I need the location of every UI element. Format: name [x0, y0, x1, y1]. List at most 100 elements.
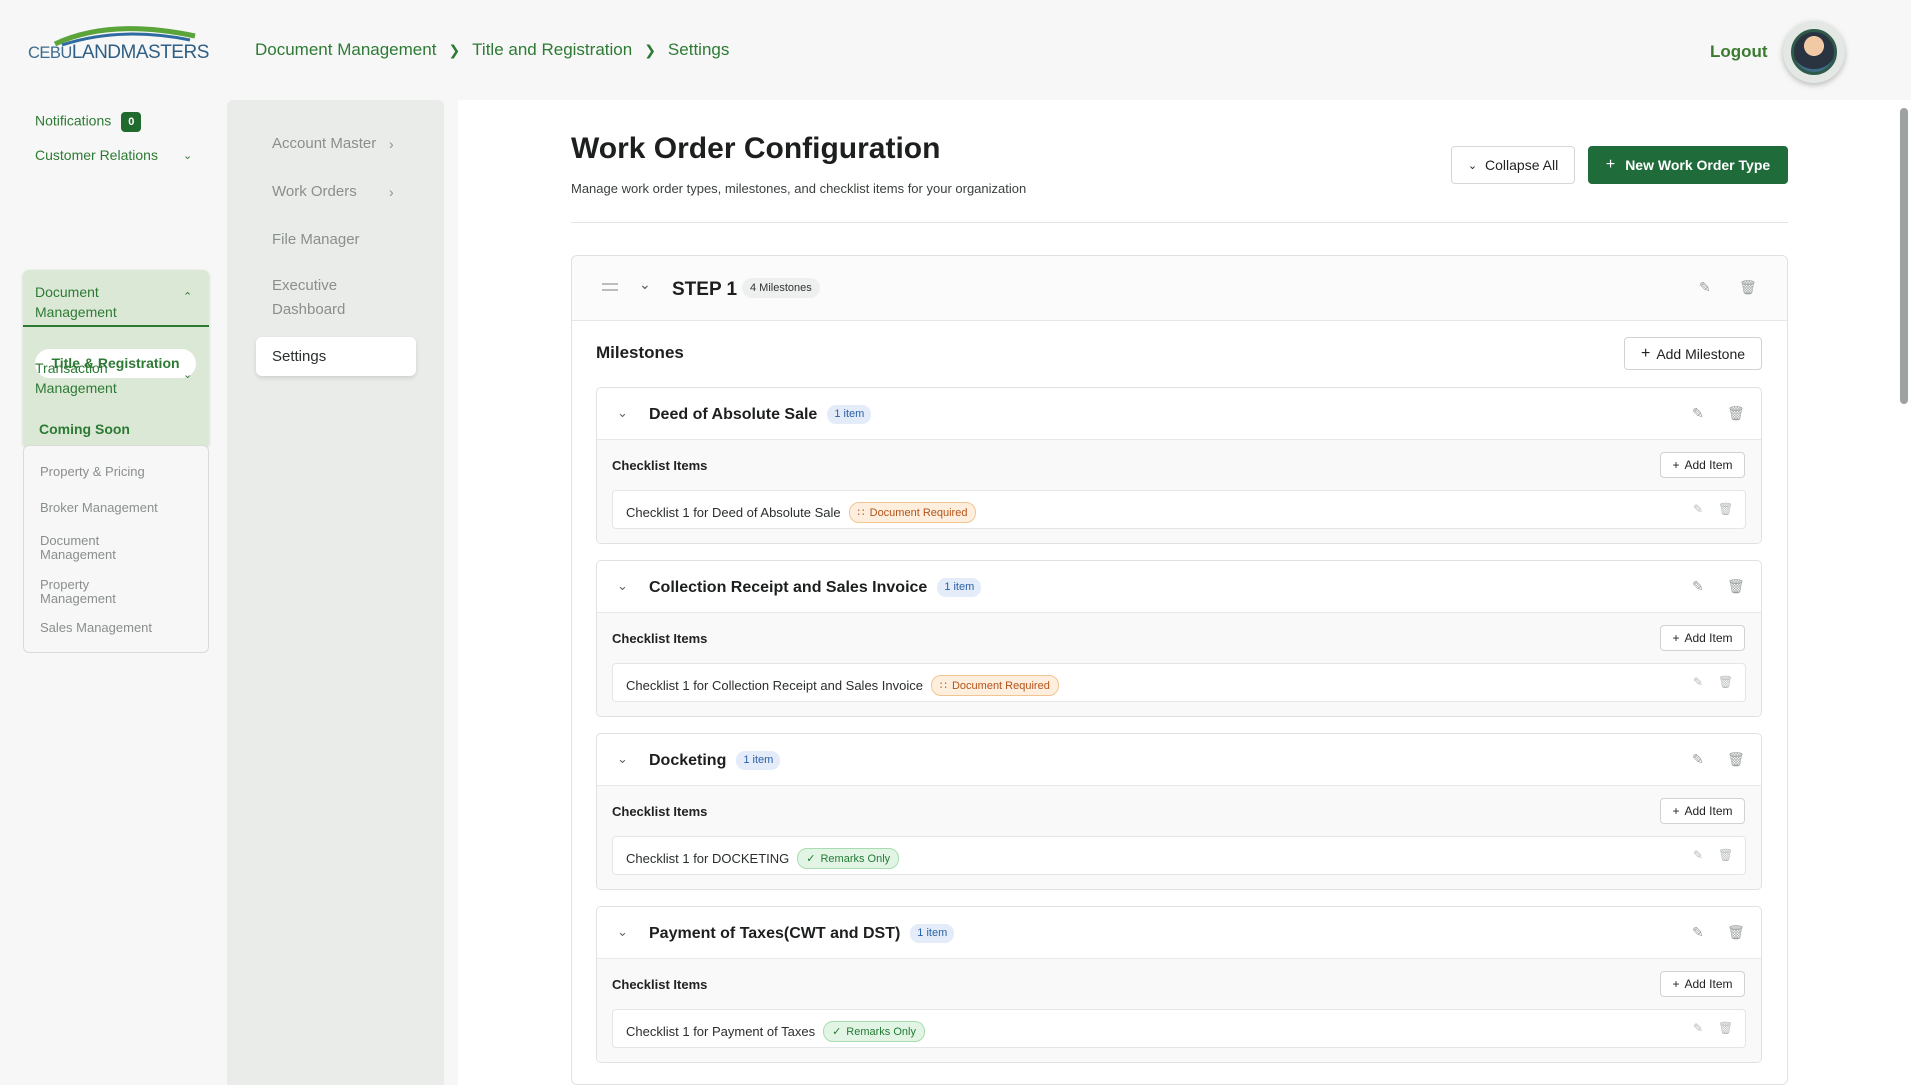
grid-icon: ∷ — [857, 507, 865, 519]
soon-item-broker-management: Broker Management — [40, 500, 158, 515]
milestone-name: Payment of Taxes(CWT and DST) 1 item — [649, 924, 955, 943]
chevron-down-icon[interactable]: ⌄ — [617, 924, 628, 940]
chevron-up-icon[interactable]: ⌃ — [183, 290, 192, 303]
new-work-order-type-label: New Work Order Type — [1625, 157, 1771, 173]
subnav-item-settings[interactable]: Settings — [256, 337, 416, 376]
remarks-only-tag: ✓ Remarks Only — [797, 848, 900, 869]
chevron-down-icon[interactable]: ⌄ — [639, 276, 651, 293]
edit-item-pencil-icon[interactable]: ✎ — [1693, 502, 1703, 516]
chevron-down-icon[interactable]: ⌄ — [183, 149, 192, 162]
add-item-label: Add Item — [1684, 631, 1733, 645]
checklist-heading: Checklist Items — [612, 458, 708, 473]
checklist-item-text: Checklist 1 for Collection Receipt and S… — [626, 678, 923, 693]
milestone-header: ⌄ Payment of Taxes(CWT and DST) 1 item ✎ … — [597, 907, 1761, 959]
sidebar-item-transaction-management[interactable]: Transaction Management — [35, 358, 155, 398]
chevron-down-icon[interactable]: ⌄ — [617, 405, 628, 421]
delete-milestone-trash-icon[interactable]: 🗑 — [1727, 924, 1745, 941]
subnav-item-file-manager[interactable]: File Manager — [272, 228, 360, 252]
delete-milestone-trash-icon[interactable]: 🗑 — [1727, 751, 1745, 768]
scrollbar[interactable] — [1900, 108, 1908, 404]
checklist-item-row[interactable]: Checklist 1 for Payment of Taxes ✓ Remarks… — [612, 1009, 1746, 1048]
tag-label: Document Required — [869, 506, 968, 519]
edit-milestone-pencil-icon[interactable]: ✎ — [1692, 578, 1704, 595]
delete-step-trash-icon[interactable]: 🗑 — [1739, 279, 1757, 296]
add-item-button[interactable]: + Add Item — [1660, 625, 1745, 651]
sidebar-item-notifications[interactable]: Notifications 0 — [35, 112, 142, 132]
tag-label: Remarks Only — [820, 852, 891, 865]
subnav-item-executive-dashboard[interactable]: Executive Dashboard — [272, 274, 372, 322]
checklist-item-row[interactable]: Checklist 1 for Deed of Absolute Sale ∷ Do… — [612, 490, 1746, 529]
company-logo[interactable]: CEBULANDMASTERS — [28, 24, 209, 64]
plus-icon: + — [1672, 458, 1680, 472]
avatar-photo — [1791, 29, 1837, 75]
checklist-item-row[interactable]: Checklist 1 for Collection Receipt and S… — [612, 663, 1746, 702]
delete-item-trash-icon[interactable]: 🗑 — [1718, 502, 1733, 516]
add-item-button[interactable]: + Add Item — [1660, 971, 1745, 997]
step-title: STEP 1 — [672, 279, 738, 300]
top-header: CEBULANDMASTERS Document Management ❯ Ti… — [0, 0, 1911, 100]
edit-item-pencil-icon[interactable]: ✎ — [1693, 675, 1703, 689]
soon-item-document-management: Document Management — [40, 533, 116, 562]
delete-item-trash-icon[interactable]: 🗑 — [1718, 848, 1733, 862]
milestone-title: Collection Receipt and Sales Invoice — [649, 579, 928, 596]
chevron-down-icon[interactable]: ⌄ — [183, 368, 192, 381]
milestone-name: Docketing 1 item — [649, 751, 781, 770]
logo-big-text: LANDMASTERS — [71, 42, 210, 63]
checklist-item: Checklist 1 for Deed of Absolute Sale ∷ Do… — [626, 502, 977, 523]
edit-milestone-pencil-icon[interactable]: ✎ — [1692, 405, 1704, 422]
edit-milestone-pencil-icon[interactable]: ✎ — [1692, 751, 1704, 768]
document-management-label[interactable]: Document Management — [35, 282, 155, 322]
checklist-item: Checklist 1 for Collection Receipt and S… — [626, 675, 1059, 696]
delete-item-trash-icon[interactable]: 🗑 — [1718, 1021, 1733, 1035]
add-milestone-label: Add Milestone — [1656, 345, 1746, 362]
add-item-label: Add Item — [1684, 804, 1733, 818]
checklist-item-row[interactable]: Checklist 1 for DOCKETING ✓ Remarks Only ✎… — [612, 836, 1746, 875]
item-count-badge: 1 item — [910, 924, 955, 943]
breadcrumb-item-title-registration[interactable]: Title and Registration — [472, 40, 632, 60]
checklist-section: Checklist Items + Add Item Checklist 1 fo… — [597, 786, 1761, 889]
new-work-order-type-button[interactable]: + New Work Order Type — [1588, 146, 1788, 184]
customer-relations-label: Customer Relations — [35, 147, 158, 163]
edit-item-pencil-icon[interactable]: ✎ — [1693, 848, 1703, 862]
plus-icon: + — [1672, 804, 1680, 818]
delete-item-trash-icon[interactable]: 🗑 — [1718, 675, 1733, 689]
milestone-title: Payment of Taxes(CWT and DST) — [649, 925, 901, 942]
drag-handle-icon[interactable] — [602, 283, 618, 291]
delete-milestone-trash-icon[interactable]: 🗑 — [1727, 578, 1745, 595]
add-item-label: Add Item — [1684, 458, 1733, 472]
add-milestone-button[interactable]: + Add Milestone — [1624, 337, 1762, 370]
delete-milestone-trash-icon[interactable]: 🗑 — [1727, 405, 1745, 422]
check-icon: ✓ — [832, 1026, 842, 1038]
edit-step-pencil-icon[interactable]: ✎ — [1699, 279, 1711, 296]
grid-icon: ∷ — [939, 680, 947, 692]
chevron-down-icon: ⌄ — [1467, 159, 1478, 172]
chevron-down-icon[interactable]: ⌄ — [617, 751, 628, 767]
subnav-item-account-master[interactable]: Account Master — [272, 132, 376, 156]
checklist-item-text: Checklist 1 for Deed of Absolute Sale — [626, 505, 841, 520]
sidebar-item-customer-relations[interactable]: Customer Relations — [35, 147, 158, 163]
plus-icon: + — [1605, 156, 1616, 173]
group-divider — [23, 325, 209, 327]
milestone-header: ⌄ Collection Receipt and Sales Invoice 1 … — [597, 561, 1761, 613]
step-header: ⌄ STEP 1 4 Milestones ✎ 🗑 — [572, 256, 1787, 321]
logo-text: CEBULANDMASTERS — [28, 42, 209, 64]
breadcrumb-item-settings[interactable]: Settings — [668, 40, 729, 60]
milestone-card: ⌄ Docketing 1 item ✎ 🗑 Checklist Items + A… — [596, 733, 1762, 890]
coming-soon-list: Property & Pricing Broker Management Doc… — [23, 445, 209, 653]
add-item-button[interactable]: + Add Item — [1660, 452, 1745, 478]
milestone-title: Docketing — [649, 752, 727, 769]
edit-item-pencil-icon[interactable]: ✎ — [1693, 1021, 1703, 1035]
avatar[interactable] — [1783, 21, 1845, 83]
logout-button[interactable]: Logout — [1710, 42, 1768, 62]
chevron-down-icon[interactable]: ⌄ — [617, 578, 628, 594]
add-item-button[interactable]: + Add Item — [1660, 798, 1745, 824]
breadcrumb-item-document-management[interactable]: Document Management — [255, 40, 436, 60]
chevron-right-icon: ❯ — [448, 41, 461, 58]
edit-milestone-pencil-icon[interactable]: ✎ — [1692, 924, 1704, 941]
subnav-item-work-orders[interactable]: Work Orders — [272, 180, 357, 204]
collapse-all-button[interactable]: ⌄ Collapse All — [1451, 146, 1575, 184]
milestone-card: ⌄ Collection Receipt and Sales Invoice 1 … — [596, 560, 1762, 717]
checklist-heading: Checklist Items — [612, 977, 708, 992]
document-required-tag: ∷ Document Required — [848, 502, 977, 523]
milestone-header: ⌄ Deed of Absolute Sale 1 item ✎ 🗑 — [597, 388, 1761, 440]
